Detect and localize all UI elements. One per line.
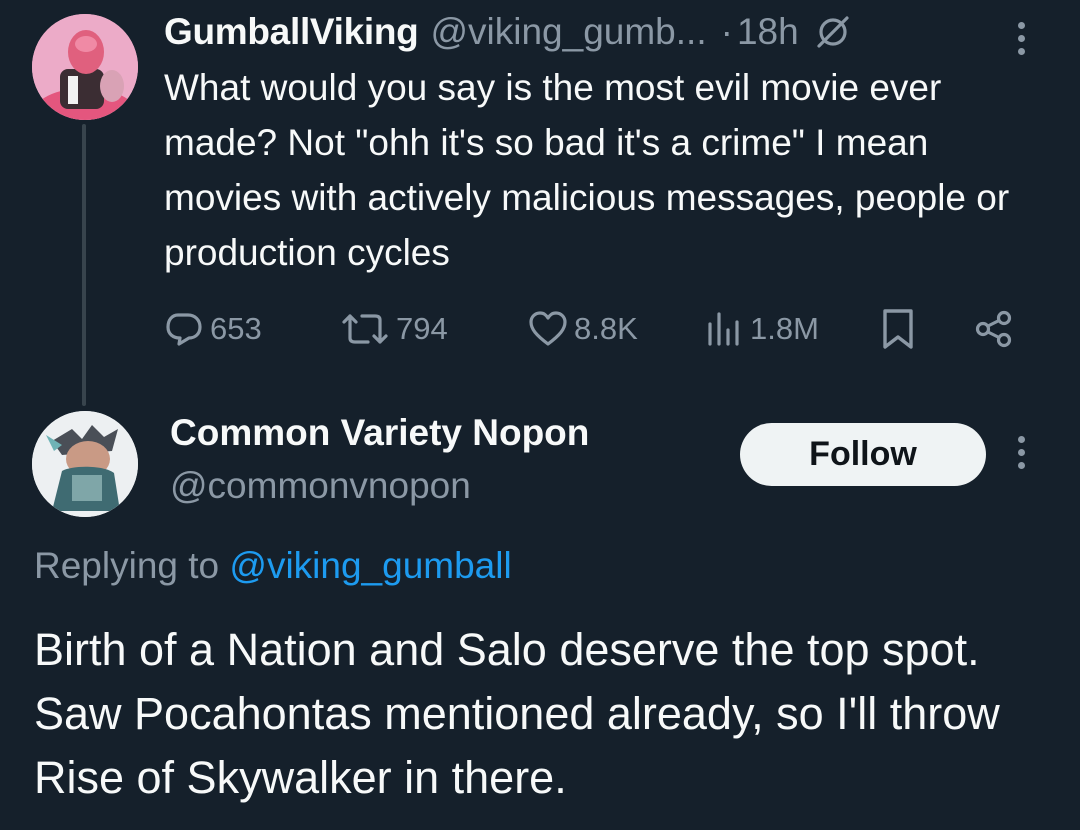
avatar-image xyxy=(32,14,138,120)
more-options-icon[interactable] xyxy=(1018,22,1025,55)
muted-icon xyxy=(813,12,853,52)
tweet-header: GumballViking @viking_gumb... · 18h xyxy=(164,8,1044,56)
repost-button[interactable]: 794 xyxy=(340,310,528,348)
views-icon xyxy=(708,312,739,346)
separator-dot: · xyxy=(720,11,733,52)
follow-button[interactable]: Follow xyxy=(740,423,986,486)
repost-count: 794 xyxy=(396,311,448,346)
thread-connector-line xyxy=(82,124,86,406)
bookmark-icon xyxy=(883,309,913,349)
reply-author-display-name[interactable]: Common Variety Nopon xyxy=(170,412,589,454)
like-button[interactable]: 8.8K xyxy=(528,311,704,347)
avatar[interactable] xyxy=(32,411,138,517)
author-handle[interactable]: @viking_gumb... xyxy=(430,11,706,53)
like-icon xyxy=(529,311,567,346)
tweet-actions: 653 794 8.8K 1.8M xyxy=(164,304,1024,354)
mention-link[interactable]: @viking_gumball xyxy=(229,545,511,586)
views-button[interactable]: 1.8M xyxy=(704,310,880,348)
author-display-name[interactable]: GumballViking xyxy=(164,11,419,53)
avatar[interactable] xyxy=(32,14,138,120)
avatar-image xyxy=(32,411,138,517)
tweet-text: What would you say is the most evil movi… xyxy=(164,67,1010,273)
more-options-icon[interactable] xyxy=(1018,436,1025,469)
reply-author-handle[interactable]: @commonvnopon xyxy=(170,465,471,507)
share-button[interactable] xyxy=(974,309,1024,349)
like-count: 8.8K xyxy=(574,311,638,346)
reply-count: 653 xyxy=(210,311,262,346)
reply-button[interactable]: 653 xyxy=(164,311,340,347)
bookmark-button[interactable] xyxy=(880,308,974,350)
reply-icon xyxy=(166,313,202,346)
repost-icon xyxy=(342,314,388,344)
reply-tweet-text: Birth of a Nation and Salo deserve the t… xyxy=(34,624,1000,803)
views-count: 1.8M xyxy=(750,311,819,346)
timestamp[interactable]: 18h xyxy=(737,11,799,53)
share-icon xyxy=(975,310,1012,348)
replying-to: Replying to @viking_gumball xyxy=(34,545,512,587)
tweet-thread: GumballViking @viking_gumb... · 18h What… xyxy=(0,0,1080,830)
replying-to-prefix: Replying to xyxy=(34,545,230,586)
